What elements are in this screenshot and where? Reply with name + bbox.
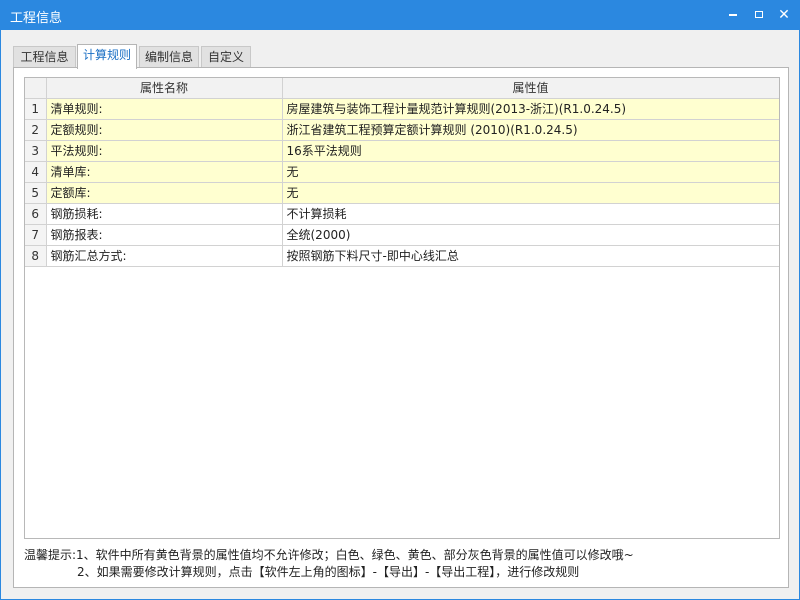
row-index[interactable]: 1 [25, 97, 47, 120]
header-corner [25, 78, 47, 99]
table-row[interactable]: 2 定额规则: 浙江省建筑工程预算定额计算规则 (2010)(R1.0.24.5) [25, 118, 779, 141]
close-button[interactable]: ✕ [773, 5, 795, 25]
row-index[interactable]: 3 [25, 139, 47, 162]
property-name-cell[interactable]: 清单规则: [45, 97, 283, 120]
row-index[interactable]: 8 [25, 244, 47, 267]
tab-calc-rules[interactable]: 计算规则 [77, 44, 137, 69]
property-value-cell[interactable]: 不计算损耗 [281, 202, 779, 225]
property-name-cell[interactable]: 平法规则: [45, 139, 283, 162]
property-name-cell[interactable]: 钢筋损耗: [45, 202, 283, 225]
property-value-cell[interactable]: 按照钢筋下料尺寸-即中心线汇总 [281, 244, 779, 267]
property-name-cell[interactable]: 钢筋报表: [45, 223, 283, 246]
minimize-icon [729, 14, 737, 16]
property-table: 属性名称 属性值 1 清单规则: 房屋建筑与装饰工程计量规范计算规则(2013-浙江… [25, 78, 779, 267]
table-row[interactable]: 4 清单库: 无 [25, 160, 779, 183]
property-value-cell[interactable]: 房屋建筑与装饰工程计量规范计算规则(2013-浙江)(R1.0.24.5) [281, 97, 779, 120]
close-icon: ✕ [778, 7, 790, 23]
property-name-cell[interactable]: 定额规则: [45, 118, 283, 141]
table-row[interactable]: 7 钢筋报表: 全统(2000) [25, 223, 779, 246]
row-index[interactable]: 7 [25, 223, 47, 246]
column-header-name[interactable]: 属性名称 [45, 78, 283, 99]
tab-project-info[interactable]: 工程信息 [13, 46, 76, 68]
minimize-button[interactable] [722, 5, 744, 25]
hint-line-2: 2、如果需要修改计算规则，点击【软件左上角的图标】-【导出】-【导出工程】，进行… [77, 565, 580, 579]
hint-line-1: 温馨提示:1、软件中所有黄色背景的属性值均不允许修改；白色、绿色、黄色、部分灰色… [24, 548, 634, 562]
tab-custom[interactable]: 自定义 [201, 46, 251, 68]
property-value-cell[interactable]: 16系平法规则 [281, 139, 779, 162]
tab-compile-info[interactable]: 编制信息 [139, 46, 199, 68]
tab-panel: 属性名称 属性值 1 清单规则: 房屋建筑与装饰工程计量规范计算规则(2013-浙江… [13, 67, 789, 588]
row-index[interactable]: 5 [25, 181, 47, 204]
maximize-icon [755, 11, 763, 18]
property-value-cell[interactable]: 全统(2000) [281, 223, 779, 246]
property-value-cell[interactable]: 无 [281, 160, 779, 183]
property-name-cell[interactable]: 清单库: [45, 160, 283, 183]
table-row[interactable]: 1 清单规则: 房屋建筑与装饰工程计量规范计算规则(2013-浙江)(R1.0.24… [25, 97, 779, 120]
property-name-cell[interactable]: 定额库: [45, 181, 283, 204]
row-index[interactable]: 4 [25, 160, 47, 183]
table-row[interactable]: 8 钢筋汇总方式: 按照钢筋下料尺寸-即中心线汇总 [25, 244, 779, 267]
property-grid: 属性名称 属性值 1 清单规则: 房屋建筑与装饰工程计量规范计算规则(2013-浙江… [24, 77, 780, 539]
grid-body: 1 清单规则: 房屋建筑与装饰工程计量规范计算规则(2013-浙江)(R1.0.24… [25, 97, 779, 267]
row-index[interactable]: 2 [25, 118, 47, 141]
maximize-button[interactable] [748, 5, 770, 25]
column-header-value[interactable]: 属性值 [281, 78, 779, 99]
project-info-window: 工程信息 ✕ 工程信息 计算规则 编制信息 自定义 属性名称 属性值 1 清单规… [0, 0, 800, 600]
table-row[interactable]: 5 定额库: 无 [25, 181, 779, 204]
row-index[interactable]: 6 [25, 202, 47, 225]
property-name-cell[interactable]: 钢筋汇总方式: [45, 244, 283, 267]
hint-text: 温馨提示:1、软件中所有黄色背景的属性值均不允许修改；白色、绿色、黄色、部分灰色… [24, 547, 780, 581]
header-row: 属性名称 属性值 [25, 78, 779, 99]
table-row[interactable]: 3 平法规则: 16系平法规则 [25, 139, 779, 162]
title-bar[interactable]: 工程信息 ✕ [1, 1, 799, 30]
property-value-cell[interactable]: 浙江省建筑工程预算定额计算规则 (2010)(R1.0.24.5) [281, 118, 779, 141]
window-title: 工程信息 [10, 11, 63, 26]
property-value-cell[interactable]: 无 [281, 181, 779, 204]
table-row[interactable]: 6 钢筋损耗: 不计算损耗 [25, 202, 779, 225]
